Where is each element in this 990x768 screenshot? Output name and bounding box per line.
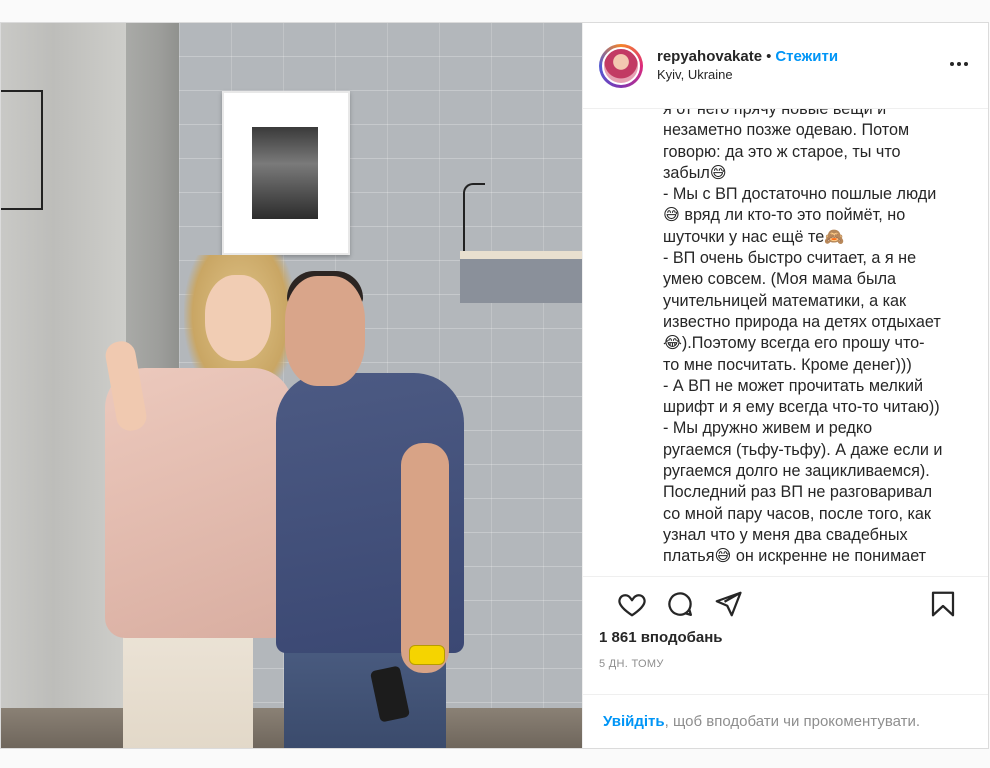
photo-shelf-left [1, 90, 43, 210]
actions-section: 1 861 вподобань 5 ДН. ТОМУ [583, 576, 988, 694]
location-link[interactable]: Kyiv, Ukraine [657, 66, 838, 84]
follow-button[interactable]: Стежити [775, 48, 838, 65]
username-link[interactable]: repyahovakate [657, 48, 762, 65]
avatar-image [602, 46, 640, 85]
photo-shelf-right [460, 251, 582, 303]
avatar[interactable] [599, 43, 643, 88]
heart-icon[interactable] [617, 589, 647, 619]
login-prompt-text: , щоб вподобати чи прокоментувати. [664, 713, 921, 730]
post-side-panel: repyahovakate • Стежити Kyiv, Ukraine я от… [582, 23, 988, 748]
share-icon[interactable] [713, 589, 743, 619]
user-line: repyahovakate • Стежити [657, 48, 838, 66]
post-modal: repyahovakate • Стежити Kyiv, Ukraine я от… [0, 22, 989, 749]
caption-area: я от него прячу новые вещи и незаметно п… [583, 109, 988, 576]
photo-man-face [285, 276, 365, 386]
photo-framed-picture [222, 91, 350, 255]
login-link[interactable]: Увійдіть [603, 713, 665, 730]
user-info: repyahovakate • Стежити Kyiv, Ukraine [657, 48, 838, 84]
caption-text: я от него прячу новые вещи и незаметно п… [663, 109, 943, 566]
photo-man-arm [401, 443, 449, 673]
post-photo[interactable] [1, 23, 582, 748]
post-date: 5 ДН. ТОМУ [599, 658, 664, 670]
photo-watch [409, 645, 445, 665]
likes-count[interactable]: 1 861 вподобань [599, 629, 972, 646]
photo-shelf-hook [463, 183, 485, 257]
post-header: repyahovakate • Стежити Kyiv, Ukraine [583, 23, 988, 109]
login-prompt: Увійдіть, щоб вподобати чи прокоментуват… [583, 694, 988, 748]
action-icons [599, 577, 972, 629]
more-options-icon[interactable] [950, 55, 968, 66]
separator-dot: • [766, 47, 772, 65]
bookmark-icon[interactable] [928, 589, 958, 619]
photo-woman-face [205, 275, 271, 361]
comment-icon[interactable] [665, 589, 695, 619]
